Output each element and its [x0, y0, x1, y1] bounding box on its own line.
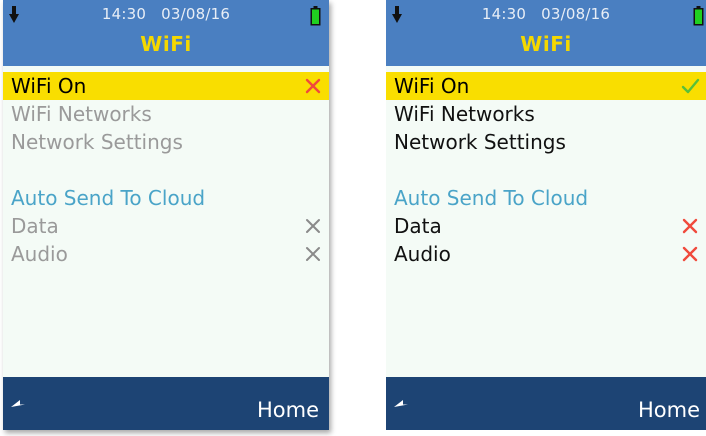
settings-menu: WiFi On WiFi Networks Network Settings A…: [3, 72, 329, 268]
home-button[interactable]: Home: [638, 398, 700, 422]
menu-item-audio[interactable]: Audio: [386, 240, 706, 268]
menu-item-audio[interactable]: Audio: [3, 240, 329, 268]
menu-item-wifi-networks[interactable]: WiFi Networks: [386, 100, 706, 128]
battery-icon: [693, 6, 704, 26]
cross-icon: [682, 246, 698, 262]
menu-item-label: WiFi Networks: [11, 102, 152, 126]
cross-icon: [306, 219, 320, 233]
cross-icon: [306, 247, 320, 261]
header-bar: 14:30 03/08/16 WiFi: [3, 0, 329, 66]
section-heading: Auto Send To Cloud: [394, 186, 589, 210]
battery-icon: [310, 6, 321, 26]
status-time: 14:30: [481, 5, 527, 23]
section-heading: Auto Send To Cloud: [11, 186, 206, 210]
menu-item-data[interactable]: Data: [3, 212, 329, 240]
menu-item-label: Data: [394, 214, 442, 238]
status-date: 03/08/16: [161, 5, 231, 23]
menu-item-network-settings[interactable]: Network Settings: [3, 128, 329, 156]
menu-item-label: Audio: [11, 242, 68, 266]
status-clock: 14:30 03/08/16: [3, 5, 329, 23]
menu-item-label: Data: [11, 214, 59, 238]
menu-item-data[interactable]: Data: [386, 212, 706, 240]
menu-item-label: Network Settings: [11, 130, 183, 154]
cross-icon: [305, 78, 321, 94]
menu-item-wifi-on[interactable]: WiFi On: [386, 72, 706, 100]
check-icon: [681, 78, 700, 94]
device-screen-wifi-off: 14:30 03/08/16 WiFi WiFi On WiFi Network…: [3, 0, 329, 430]
back-icon[interactable]: [11, 400, 33, 418]
menu-item-label: WiFi On: [11, 74, 87, 98]
menu-item-label: WiFi Networks: [394, 102, 535, 126]
comparison-scene: 14:30 03/08/16 WiFi WiFi On WiFi Network…: [0, 0, 706, 436]
menu-item-network-settings[interactable]: Network Settings: [386, 128, 706, 156]
menu-item-label: Network Settings: [394, 130, 566, 154]
status-clock: 14:30 03/08/16: [386, 5, 706, 23]
cross-icon: [682, 218, 698, 234]
page-title: WiFi: [520, 32, 572, 56]
header-bar: 14:30 03/08/16 WiFi: [386, 0, 706, 66]
home-button[interactable]: Home: [257, 398, 319, 422]
menu-item-label: WiFi On: [394, 74, 470, 98]
settings-menu: WiFi On WiFi Networks Network Settings A…: [386, 72, 706, 268]
menu-item-label: Audio: [394, 242, 451, 266]
device-screen-wifi-on: 14:30 03/08/16 WiFi WiFi On WiFi Network…: [386, 0, 706, 430]
menu-item-wifi-on[interactable]: WiFi On: [3, 72, 329, 100]
menu-item-wifi-networks[interactable]: WiFi Networks: [3, 100, 329, 128]
status-date: 03/08/16: [541, 5, 611, 23]
footer-bar: Home: [386, 377, 706, 430]
footer-bar: Home: [3, 377, 329, 430]
back-icon[interactable]: [394, 400, 416, 418]
status-time: 14:30: [101, 5, 147, 23]
page-title: WiFi: [140, 32, 192, 56]
